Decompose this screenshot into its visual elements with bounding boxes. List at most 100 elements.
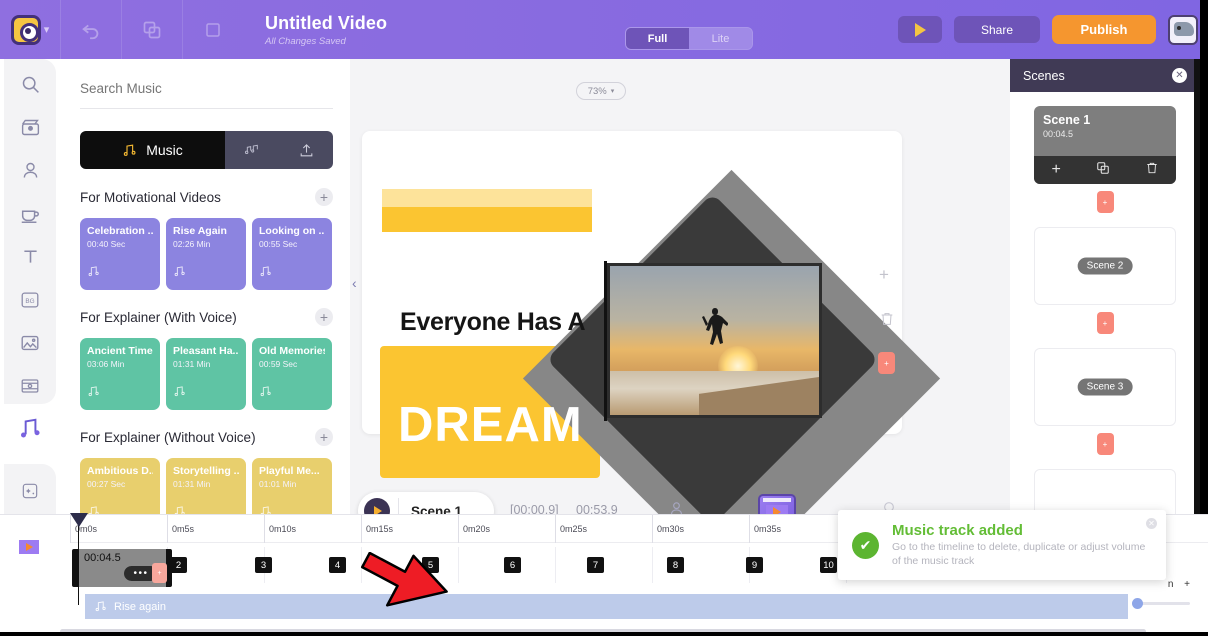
share-button[interactable]: Share <box>954 16 1040 43</box>
music-note-icon <box>259 385 272 403</box>
sidebar-item-background[interactable]: BG <box>4 278 56 321</box>
image-icon <box>21 335 39 350</box>
add-scene-chip-icon[interactable]: + <box>1096 191 1114 213</box>
scene-marker[interactable]: 2 <box>170 557 187 573</box>
list-item[interactable]: Pleasant Ha... 01:31 Min <box>166 338 246 410</box>
scene-tools: + <box>1034 156 1176 184</box>
track-duration: 02:26 Min <box>173 239 211 249</box>
add-scene-chip-icon[interactable]: + <box>1096 312 1114 334</box>
person-icon <box>23 162 37 178</box>
decor-band-yellow <box>382 207 592 232</box>
page-title: Untitled Video <box>265 12 388 33</box>
app-root: ▾ Untitled Video All Changes Saved Full … <box>0 0 1208 636</box>
ruler-tick: 0m35s <box>749 515 781 543</box>
decor-band-light <box>382 189 592 207</box>
list-item[interactable]: Old Memories 00:59 Sec <box>252 338 332 410</box>
scene-thumbnail-2[interactable]: Scene 2 <box>1034 227 1176 305</box>
list-item[interactable]: Rise Again 02:26 Min <box>166 218 246 290</box>
tab-music-label: Music <box>146 142 183 158</box>
zoom-control[interactable]: 73% ▾ <box>576 82 626 100</box>
music-section: For Explainer (With Voice) + Ancient Tim… <box>80 306 333 410</box>
video-play-icon[interactable] <box>758 494 796 514</box>
sidebar-item-effects[interactable] <box>4 469 56 512</box>
undo-button[interactable] <box>61 0 121 59</box>
sidebar-item-music[interactable] <box>4 407 56 450</box>
scene-marker[interactable]: 6 <box>504 557 521 573</box>
play-icon[interactable] <box>364 498 390 514</box>
scene-thumbnail-3[interactable]: Scene 3 <box>1034 348 1176 426</box>
sidebar-item-images[interactable] <box>4 321 56 364</box>
list-item[interactable]: Ancient Times 03:06 Min <box>80 338 160 410</box>
section-header: For Motivational Videos + <box>80 186 333 208</box>
scenes-panel: Scenes ✕ Scene 1 00:04.5 + + Scene 2 + S… <box>1010 59 1200 547</box>
scene-marker[interactable]: 8 <box>667 557 684 573</box>
tab-upload-music[interactable] <box>279 131 333 169</box>
project-title-block[interactable]: Untitled Video All Changes Saved <box>265 13 387 47</box>
tab-full[interactable]: Full <box>626 28 689 49</box>
duplicate-button[interactable] <box>122 0 182 59</box>
sparkle-icon <box>22 483 38 498</box>
sidebar-item-templates[interactable] <box>4 106 56 149</box>
duplicate-icon[interactable] <box>1096 161 1110 180</box>
close-icon[interactable]: ✕ <box>1172 68 1187 83</box>
scene-marker[interactable]: 4 <box>329 557 346 573</box>
ruler-tick: 0m30s <box>652 515 684 543</box>
sidebar-item-text[interactable] <box>4 235 56 278</box>
playhead[interactable] <box>70 513 88 605</box>
tab-sound-effects[interactable] <box>225 131 279 169</box>
panel-collapse-button[interactable]: ‹ <box>352 275 357 291</box>
add-scene-chip-icon[interactable]: + <box>152 563 167 583</box>
track-duration: 00:59 Sec <box>259 359 298 369</box>
plus-icon[interactable]: + <box>1051 161 1060 179</box>
search-music-row[interactable] <box>80 77 333 109</box>
search-input[interactable] <box>80 77 333 96</box>
preview-play-button[interactable] <box>898 16 942 43</box>
scene-marker[interactable]: 9 <box>746 557 763 573</box>
slide-headline[interactable]: Everyone Has A <box>400 308 586 337</box>
tab-music[interactable]: Music <box>80 131 225 169</box>
volume-slider[interactable] <box>1132 598 1190 609</box>
sidebar-item-characters[interactable] <box>4 149 56 192</box>
list-item[interactable]: Looking on ... 00:55 Sec <box>252 218 332 290</box>
layers-button[interactable] <box>183 0 243 59</box>
list-item[interactable]: Celebration ... 00:40 Sec <box>80 218 160 290</box>
trash-icon[interactable] <box>879 311 895 332</box>
slide-canvas[interactable]: Everyone Has A DREAM <box>362 131 941 514</box>
add-scene-chip-icon[interactable]: + <box>878 352 895 374</box>
scene-marker[interactable]: 3 <box>255 557 272 573</box>
playhead-handle[interactable] <box>70 513 88 527</box>
plus-icon[interactable]: + <box>315 308 333 326</box>
logo-button[interactable]: ▾ <box>0 0 60 59</box>
sidebar-item-search[interactable] <box>4 63 56 106</box>
music-note-icon <box>21 418 40 437</box>
tab-lite[interactable]: Lite <box>689 28 752 49</box>
add-scene-chip-icon[interactable]: + <box>1096 433 1114 455</box>
plus-icon[interactable]: + <box>315 428 333 446</box>
ruler-tick: 0m10s <box>264 515 296 543</box>
avatar[interactable] <box>1168 14 1198 45</box>
scene-bar: Scene 1 [00:00.9] 00:53.9 <box>350 434 1010 514</box>
search-icon <box>22 76 39 93</box>
section-header: For Explainer (Without Voice) + <box>80 426 333 448</box>
plus-icon[interactable]: + <box>879 265 889 285</box>
toast-message: Go to the timeline to delete, duplicate … <box>892 540 1146 567</box>
sidebar-item-props[interactable] <box>4 192 56 235</box>
ruler-tick: 0m20s <box>458 515 490 543</box>
plus-icon[interactable]: + <box>315 188 333 206</box>
slide-image[interactable] <box>607 263 822 418</box>
person-icon[interactable] <box>668 500 685 514</box>
sidebar-item-video[interactable] <box>4 364 56 407</box>
volume-knob[interactable] <box>1132 598 1143 609</box>
upload-icon <box>300 143 312 156</box>
music-track-clip[interactable]: Rise again <box>82 594 1128 619</box>
mode-toggle[interactable]: Full Lite <box>625 27 753 50</box>
trash-icon[interactable] <box>1145 161 1159 180</box>
scene-thumbnail-1[interactable]: Scene 1 00:04.5 + <box>1034 106 1176 184</box>
publish-button[interactable]: Publish <box>1052 15 1156 44</box>
chevron-down-icon[interactable]: ▾ <box>44 23 50 36</box>
scene-marker[interactable]: 7 <box>587 557 604 573</box>
close-icon[interactable]: ✕ <box>1146 518 1157 529</box>
scene-play-pill[interactable]: Scene 1 <box>358 492 494 514</box>
scene-marker[interactable]: 10 <box>820 557 837 573</box>
sound-effects-icon <box>244 144 258 155</box>
